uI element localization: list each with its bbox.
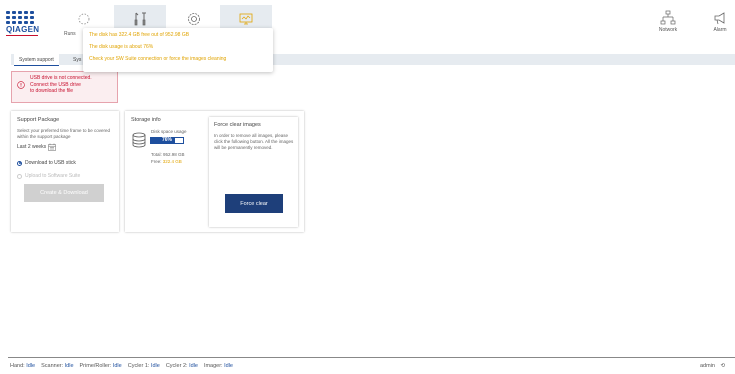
total-space: Total: 952.98 GB [151, 152, 185, 158]
free-value: 322.4 GB [162, 159, 182, 164]
status-bar: Hand: Idle Scanner: Idle Prime/Roller: I… [10, 363, 233, 369]
tab-system-support[interactable]: System support [14, 54, 59, 66]
storage-title: Storage info [131, 117, 161, 123]
radio-suite-indicator [17, 173, 22, 179]
timeframe-value: Last 2 weeks [17, 144, 47, 150]
force-clear-button[interactable]: Force clear [225, 194, 283, 213]
create-download-button[interactable]: Create & Download [24, 184, 104, 202]
user-menu[interactable]: admin ⟲ [700, 363, 725, 369]
warning-circle-icon [17, 81, 25, 89]
force-description: In order to remove all images, please cl… [214, 133, 294, 150]
username: admin [700, 363, 715, 369]
total-label: Total: [151, 152, 162, 157]
network-icon [660, 10, 676, 25]
tooltip-line-1: The disk has 322.4 GB free out of 952.98… [89, 32, 190, 38]
logo-dots [6, 11, 42, 24]
disk-usage-label: Disk space usage [151, 129, 187, 134]
logo-underline [6, 35, 38, 36]
free-space: Free: 322.4 GB [151, 159, 182, 165]
radio-download-usb[interactable]: Download to USB stick [17, 160, 113, 166]
status-divider [8, 357, 735, 358]
logo-text: QIAGEN [6, 25, 40, 34]
network-button[interactable]: Notwork [653, 10, 683, 33]
qiagen-logo: QIAGEN [6, 11, 42, 45]
status-hand: Hand: Idle [10, 363, 36, 369]
force-title: Force clear images [214, 122, 261, 128]
radio-usb-indicator [17, 160, 22, 166]
status-scanner: Scanner: Idle [41, 363, 74, 369]
usb-alert: USB drive is not connected. Connect the … [11, 71, 118, 103]
settings-icon [188, 12, 200, 25]
megaphone-icon [714, 12, 725, 25]
status-cycler-2: Cycler 2: Idle [165, 363, 198, 369]
disk-usage-percent: 76% [161, 137, 172, 143]
disk-warning-tooltip: The disk has 322.4 GB free out of 952.98… [83, 28, 273, 72]
status-imager: Imager: Idle [203, 363, 233, 369]
alarm-button[interactable]: Alarm [705, 10, 735, 33]
logout-icon[interactable]: ⟲ [721, 363, 726, 369]
disk-usage-bar: 76% [150, 137, 184, 144]
radio-suite-label: Upload to Software Suite [25, 173, 81, 179]
status-cycler-1: Cycler 1: Idle [127, 363, 160, 369]
run-icon [78, 13, 90, 24]
radio-usb-label: Download to USB stick [25, 160, 76, 166]
runs-tab-label: Runs [64, 31, 76, 37]
support-title: Support Package [17, 117, 60, 123]
monitor-icon [239, 13, 253, 24]
calendar-icon [48, 143, 56, 151]
support-description: Select your preferred time frame to be c… [17, 128, 111, 139]
tools-icon [134, 12, 146, 25]
alert-line-3: to download the file [30, 88, 74, 94]
tooltip-line-2: The disk usage is about 76% [89, 44, 154, 50]
tooltip-line-3: Check your SW Suite connection or force … [89, 56, 227, 62]
database-icon [132, 132, 146, 148]
support-package-card: Support Package Select your preferred ti… [11, 111, 119, 232]
status-prime-roller: Prime/Roller: Idle [79, 363, 122, 369]
force-clear-panel: Force clear images In order to remove al… [209, 117, 298, 227]
timeframe-select[interactable]: Last 2 weeks [17, 143, 56, 151]
free-label: Free: [151, 159, 162, 164]
alarm-label: Alarm [713, 27, 727, 33]
total-value: 952.98 GB [163, 152, 185, 157]
network-label: Notwork [658, 27, 678, 33]
radio-upload-suite[interactable]: Upload to Software Suite [17, 173, 113, 179]
